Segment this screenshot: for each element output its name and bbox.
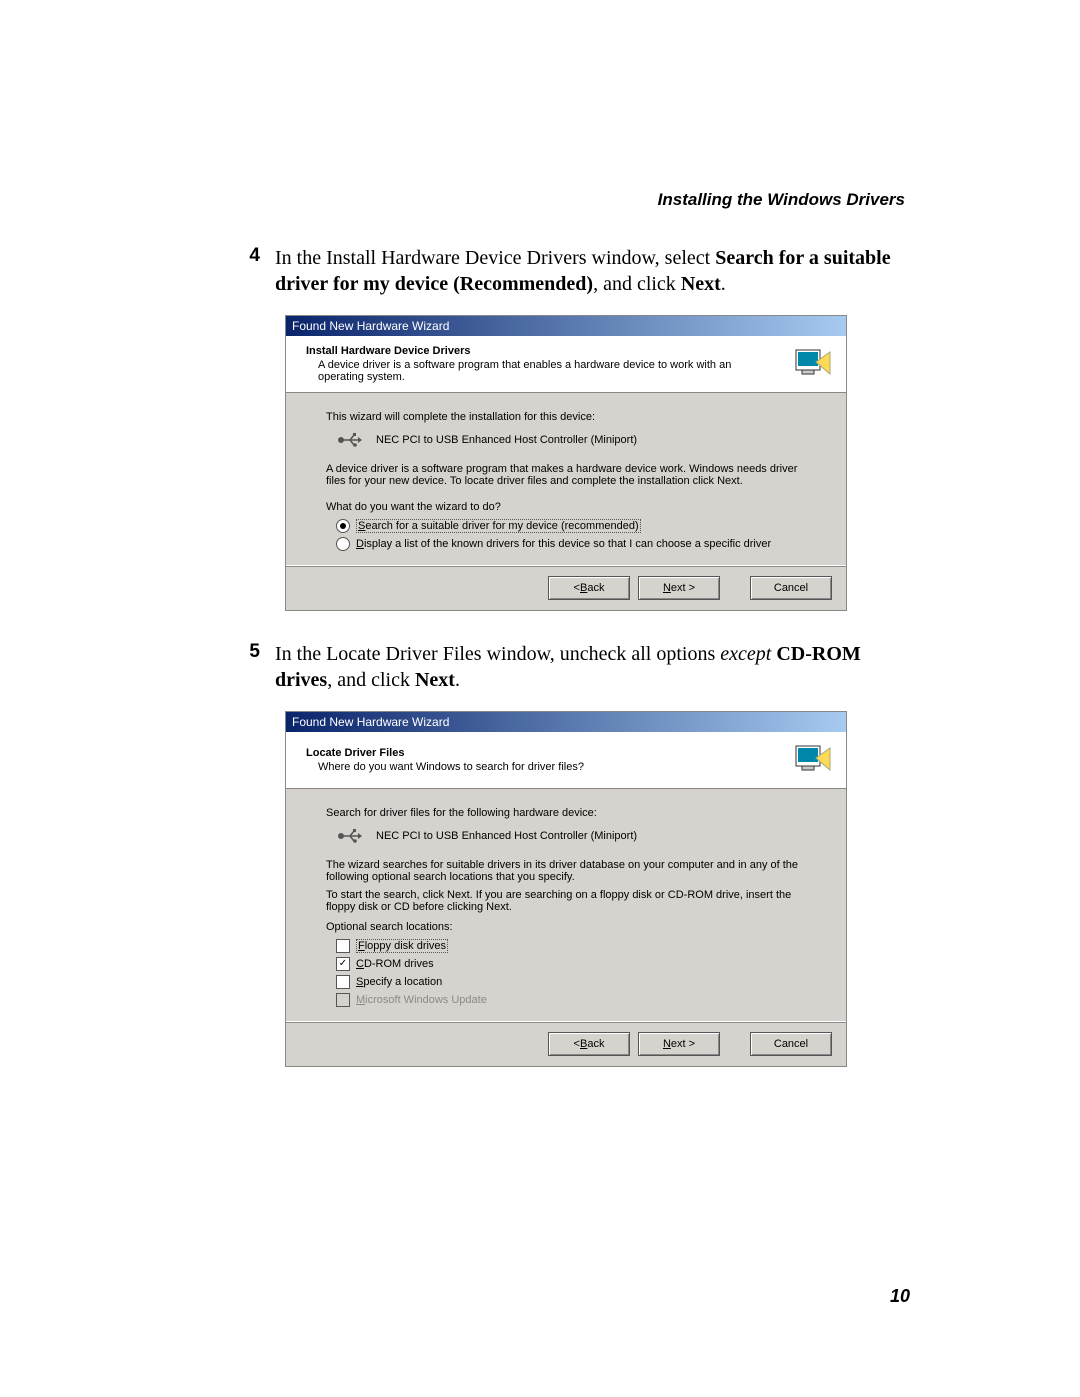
checkbox-group: Floppy disk drives CD-ROM drives Specify…	[336, 939, 806, 1007]
checkbox-floppy[interactable]: Floppy disk drives	[336, 939, 806, 953]
underline: D	[356, 538, 364, 550]
wizard-dialog-install-drivers: Found New Hardware Wizard Install Hardwa…	[285, 315, 847, 611]
text-italic: except	[720, 643, 771, 665]
text: isplay a list of the known drivers for t…	[364, 538, 771, 550]
checkbox-icon	[336, 939, 350, 953]
dialog-body: This wizard will complete the installati…	[286, 393, 846, 565]
document-page: Installing the Windows Drivers 4 In the …	[0, 0, 1080, 1067]
checkbox-icon	[336, 957, 350, 971]
device-name: NEC PCI to USB Enhanced Host Controller …	[376, 434, 637, 446]
hardware-wizard-icon	[792, 344, 832, 384]
step-number: 5	[240, 641, 260, 693]
section-header: Installing the Windows Drivers	[240, 190, 910, 210]
text: , and click	[593, 273, 681, 295]
text: , and click	[327, 669, 415, 691]
dialog-title: Install Hardware Device Drivers	[306, 345, 738, 357]
checkbox-label: Specify a location	[356, 976, 442, 989]
text: loppy disk drives	[365, 940, 446, 952]
page-number: 10	[890, 1286, 910, 1307]
text: pecify a location	[363, 976, 442, 988]
text: In the Locate Driver Files window, unche…	[275, 643, 720, 665]
radio-display-list[interactable]: Display a list of the known drivers for …	[336, 537, 806, 551]
device-row: NEC PCI to USB Enhanced Host Controller …	[336, 431, 806, 449]
intro-text: This wizard will complete the installati…	[326, 411, 806, 423]
dialog-subtitle: Where do you want Windows to search for …	[318, 761, 584, 773]
device-name: NEC PCI to USB Enhanced Host Controller …	[376, 830, 637, 842]
dialog-footer: < Back Next > Cancel	[286, 1021, 846, 1066]
text: earch for a suitable driver for my devic…	[365, 520, 638, 532]
underline: B	[580, 582, 587, 594]
underline: F	[358, 940, 365, 952]
usb-device-icon	[336, 827, 362, 845]
underline: B	[580, 1038, 587, 1050]
radio-icon	[336, 519, 350, 533]
radio-icon	[336, 537, 350, 551]
dialog-title: Locate Driver Files	[306, 747, 584, 759]
step-5: 5 In the Locate Driver Files window, unc…	[240, 641, 910, 693]
text: D-ROM drives	[364, 958, 434, 970]
dialog-header: Locate Driver Files Where do you want Wi…	[286, 732, 846, 789]
step-number: 4	[240, 245, 260, 297]
dialog-titlebar: Found New Hardware Wizard	[286, 712, 846, 732]
intro-text: Search for driver files for the followin…	[326, 807, 806, 819]
underline: M	[356, 994, 365, 1006]
checkbox-label: Floppy disk drives	[356, 939, 448, 953]
text: icrosoft Windows Update	[365, 994, 487, 1006]
usb-device-icon	[336, 431, 362, 449]
dialog-body: Search for driver files for the followin…	[286, 789, 846, 1021]
checkbox-windows-update: Microsoft Windows Update	[336, 993, 806, 1007]
radio-label: Display a list of the known drivers for …	[356, 538, 771, 551]
text-bold: Next	[415, 669, 455, 691]
body-paragraph: The wizard searches for suitable drivers…	[326, 859, 806, 883]
step-text: In the Install Hardware Device Drivers w…	[275, 245, 910, 297]
text: ack	[587, 1038, 604, 1050]
checkbox-cdrom[interactable]: CD-ROM drives	[336, 957, 806, 971]
next-button[interactable]: Next >	[638, 576, 720, 600]
next-button[interactable]: Next >	[638, 1032, 720, 1056]
text: ext >	[671, 582, 695, 594]
radio-search-driver[interactable]: Search for a suitable driver for my devi…	[336, 519, 806, 533]
step-text: In the Locate Driver Files window, unche…	[275, 641, 910, 693]
radio-group: Search for a suitable driver for my devi…	[336, 519, 806, 551]
text: ext >	[671, 1038, 695, 1050]
text-bold: Next	[681, 273, 721, 295]
text: ack	[587, 582, 604, 594]
text: In the Install Hardware Device Drivers w…	[275, 247, 715, 269]
cancel-button[interactable]: Cancel	[750, 576, 832, 600]
dialog-footer: < Back Next > Cancel	[286, 565, 846, 610]
text: .	[721, 273, 726, 295]
back-button[interactable]: < Back	[548, 576, 630, 600]
checkbox-specify-location[interactable]: Specify a location	[336, 975, 806, 989]
step-4: 4 In the Install Hardware Device Drivers…	[240, 245, 910, 297]
spacer	[728, 1032, 742, 1056]
locations-label: Optional search locations:	[326, 921, 806, 933]
question-text: What do you want the wizard to do?	[326, 501, 806, 513]
dialog-subtitle: A device driver is a software program th…	[318, 359, 738, 383]
dialog-header: Install Hardware Device Drivers A device…	[286, 336, 846, 393]
body-paragraph: A device driver is a software program th…	[326, 463, 806, 487]
underline: N	[663, 582, 671, 594]
checkbox-label: CD-ROM drives	[356, 958, 434, 971]
text: .	[455, 669, 460, 691]
underline: C	[356, 958, 364, 970]
cancel-button[interactable]: Cancel	[750, 1032, 832, 1056]
checkbox-icon	[336, 975, 350, 989]
device-row: NEC PCI to USB Enhanced Host Controller …	[336, 827, 806, 845]
hardware-wizard-icon	[792, 740, 832, 780]
checkbox-label: Microsoft Windows Update	[356, 994, 487, 1007]
wizard-dialog-locate-files: Found New Hardware Wizard Locate Driver …	[285, 711, 847, 1067]
dialog-titlebar: Found New Hardware Wizard	[286, 316, 846, 336]
spacer	[728, 576, 742, 600]
back-button[interactable]: < Back	[548, 1032, 630, 1056]
underline: N	[663, 1038, 671, 1050]
checkbox-icon	[336, 993, 350, 1007]
body-paragraph: To start the search, click Next. If you …	[326, 889, 806, 913]
radio-label: Search for a suitable driver for my devi…	[356, 519, 641, 533]
dialog-header-text: Locate Driver Files Where do you want Wi…	[306, 747, 584, 773]
dialog-header-text: Install Hardware Device Drivers A device…	[306, 345, 738, 383]
